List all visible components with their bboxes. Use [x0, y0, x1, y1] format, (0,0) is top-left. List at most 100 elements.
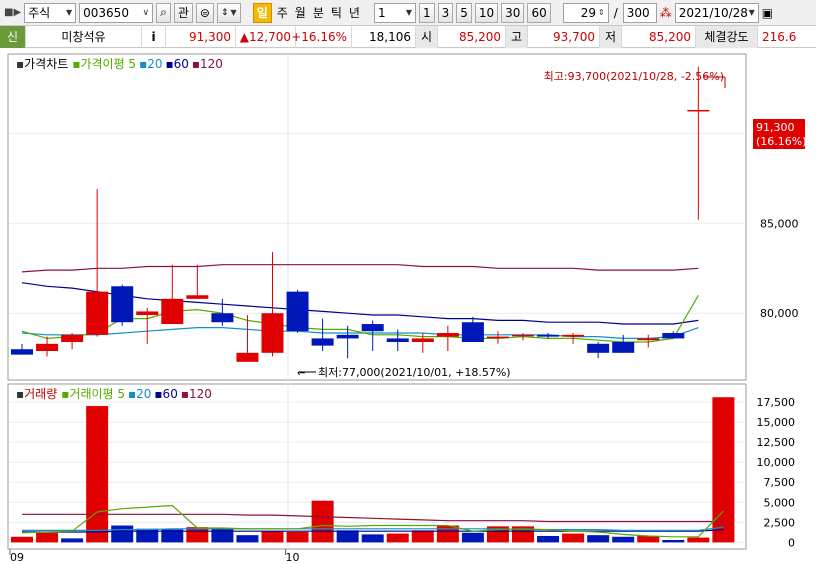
- stock-chart[interactable]: 80,00085,00090,00002,5005,0007,50010,000…: [0, 48, 816, 564]
- stepper-icon: ⇕: [598, 8, 605, 17]
- chevron-down-icon: ▼: [230, 8, 237, 17]
- price-title-text: 가격차트: [24, 57, 68, 71]
- candle-up: [562, 334, 585, 337]
- min-price-note: 최저:77,000(2021/10/01, +18.57%): [318, 366, 511, 379]
- stock-name[interactable]: 미창석유: [26, 25, 142, 48]
- period-button-week[interactable]: 주: [275, 4, 290, 21]
- chart-toolbar: ■▶ 주식 ▼ 003650 ∨ ⌕ 관 ⊜ ⇕ ▼ 일 주 월 분 틱 년 1 ▼ 1…: [0, 0, 816, 26]
- legend-ma60: ▪60: [165, 57, 188, 71]
- total-input[interactable]: 300: [622, 2, 657, 23]
- volume-bar: [86, 406, 109, 543]
- open-price: 85,200: [438, 25, 506, 48]
- refresh-button[interactable]: ⊜: [195, 2, 214, 23]
- period-button-day[interactable]: 일: [252, 2, 272, 23]
- min-note-arrow-icon: ←: [297, 368, 305, 379]
- trade-volume: 18,106: [352, 25, 416, 48]
- volume-tick-label: 7,500: [764, 476, 796, 489]
- low-price: 85,200: [622, 25, 696, 48]
- candle-down: [336, 334, 359, 339]
- quick-button-60[interactable]: 60: [527, 2, 551, 23]
- candle-down: [286, 291, 309, 332]
- max-price-note: 최고:93,700(2021/10/28, -2.56%): [544, 70, 724, 83]
- candle-up: [411, 338, 434, 343]
- settings-icon[interactable]: ⁂: [660, 6, 672, 20]
- market-select[interactable]: 주식 ▼: [24, 2, 77, 23]
- volume-bar: [386, 533, 409, 543]
- candle-up: [61, 334, 84, 343]
- candle-up: [512, 334, 534, 337]
- candle-up: [637, 338, 660, 341]
- quick-button-10[interactable]: 10: [474, 2, 499, 23]
- updown-spinner[interactable]: ⇕ ▼: [216, 2, 241, 23]
- quick-button-1[interactable]: 1: [418, 2, 435, 23]
- current-price: 91,300: [166, 25, 236, 48]
- quick-button-30[interactable]: 30: [501, 2, 525, 23]
- period-button-minute[interactable]: 분: [311, 4, 326, 21]
- legend-vma120: ▪120: [181, 387, 212, 401]
- candle-up: [86, 291, 109, 335]
- last-price-percent: (16.16%): [756, 135, 807, 148]
- volume-panel-title: ▪거래량 ▪거래이평 5 ▪20 ▪60 ▪120: [16, 387, 212, 401]
- count-separator: /: [613, 5, 618, 20]
- period-button-month[interactable]: 월: [293, 4, 308, 21]
- candle-up: [161, 298, 184, 325]
- candle-up: [261, 313, 284, 353]
- date-tick-label: 10: [286, 551, 300, 564]
- price-change: ▲12,700: [236, 25, 296, 48]
- code-input-value: 003650: [83, 5, 129, 20]
- chevron-down-icon: ▼: [748, 8, 755, 17]
- candle-down: [11, 349, 33, 355]
- last-price-label: 91,300: [756, 121, 795, 134]
- legend-ma5: ▪가격이평 5: [72, 57, 136, 71]
- candle-down: [386, 338, 409, 343]
- candle-down: [111, 286, 134, 323]
- price-tick-label: 80,000: [760, 307, 799, 320]
- unit-select-value: 1: [377, 5, 386, 20]
- candle-down: [361, 324, 384, 332]
- legend-vma20: ▪20: [128, 387, 151, 401]
- period-button-tick[interactable]: 틱: [329, 4, 344, 21]
- high-label: 고: [506, 25, 528, 48]
- candle-down: [211, 313, 234, 323]
- candle-up: [136, 311, 159, 316]
- info-button[interactable]: i: [142, 25, 166, 48]
- chevron-down-icon: ▼: [65, 8, 73, 17]
- search-button[interactable]: ⌕: [156, 2, 171, 23]
- volume-bar: [637, 535, 660, 543]
- volume-bar: [336, 530, 359, 543]
- strength-value: 216.6: [762, 29, 797, 44]
- legend-ma120: ▪120: [192, 57, 223, 71]
- volume-bar: [436, 525, 459, 543]
- legend-ma20: ▪20: [139, 57, 162, 71]
- candle-up: [186, 295, 209, 299]
- date-tick-label: 09: [10, 551, 24, 564]
- volume-bar: [612, 536, 635, 543]
- search-icon: ⌕: [160, 5, 167, 19]
- quick-button-5[interactable]: 5: [456, 2, 472, 23]
- volume-title-bullet: ▪: [16, 387, 24, 401]
- candle-down: [587, 343, 610, 353]
- stock-tag: 신: [0, 25, 26, 48]
- volume-tick-label: 0: [788, 536, 795, 549]
- strength-label: 체결강도: [696, 25, 758, 48]
- candle-up: [236, 352, 259, 362]
- window-icon[interactable]: ▣: [762, 6, 773, 20]
- quote-bar: 신 미창석유 i 91,300 ▲12,700 +16.16% 18,106 시…: [0, 25, 816, 48]
- price-panel-title: ▪가격차트 ▪가격이평 5 ▪20 ▪60 ▪120: [16, 57, 223, 71]
- unit-select[interactable]: 1 ▼: [373, 2, 416, 23]
- watch-button[interactable]: 관: [173, 2, 193, 23]
- volume-tick-label: 15,000: [757, 416, 796, 429]
- date-select[interactable]: 2021/10/28 ▼: [674, 2, 759, 23]
- volume-bar: [662, 539, 685, 543]
- open-label: 시: [416, 25, 438, 48]
- code-input[interactable]: 003650 ∨: [79, 2, 154, 23]
- count-stepper[interactable]: 29 ⇕: [562, 2, 609, 23]
- volume-bar: [61, 538, 84, 543]
- legend-vma5: ▪거래이평 5: [61, 387, 125, 401]
- market-select-value: 주식: [28, 6, 51, 20]
- legend-vma60: ▪60: [154, 387, 177, 401]
- quick-button-3[interactable]: 3: [437, 2, 454, 23]
- chevron-down-icon[interactable]: ∨: [143, 8, 150, 18]
- menu-arrow-icon[interactable]: ■▶: [4, 7, 21, 18]
- period-button-year[interactable]: 년: [347, 4, 362, 21]
